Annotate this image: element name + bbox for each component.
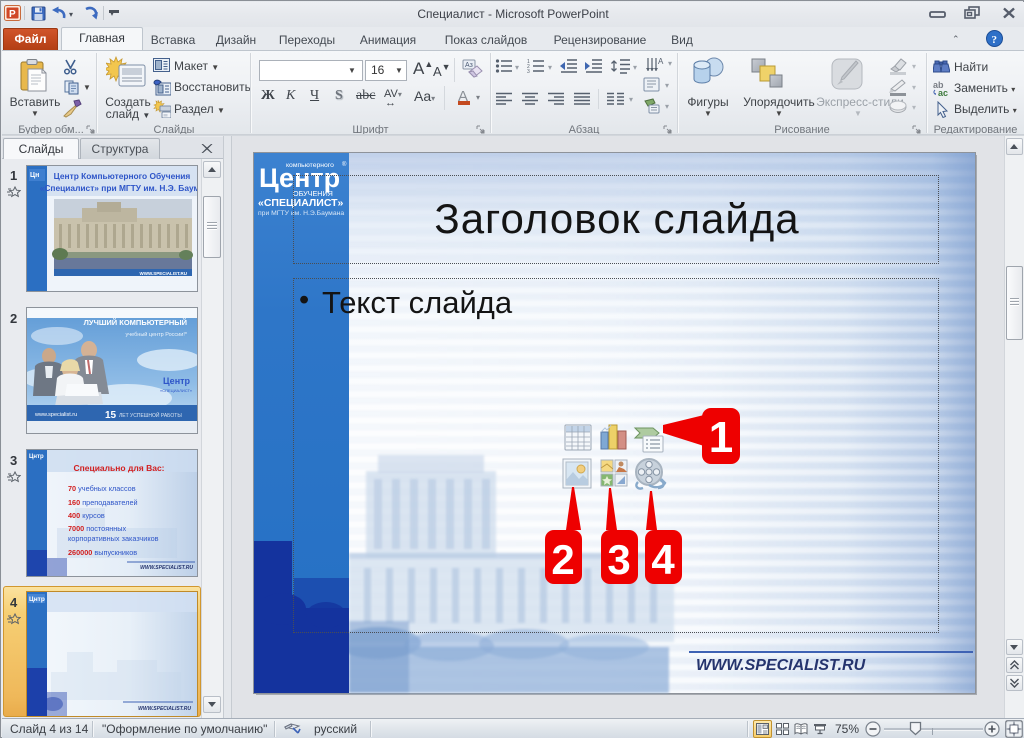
svg-text:WWW.SPECIALIST.RU: WWW.SPECIALIST.RU xyxy=(140,565,193,571)
svg-text:Центр: Центр xyxy=(163,376,191,386)
svg-text:«СПЕЦИАЛИСТ»: «СПЕЦИАЛИСТ» xyxy=(160,388,193,393)
svg-text:Цнтр: Цнтр xyxy=(29,596,45,603)
svg-text:1: 1 xyxy=(709,413,733,462)
svg-text:3: 3 xyxy=(527,69,530,74)
svg-text:P: P xyxy=(9,9,16,20)
svg-text:учебный центр России!*: учебный центр России!* xyxy=(126,331,188,338)
svg-text:«Специалист» при МГТУ им. Н.: «Специалист» при МГТУ им. Н.Э. Баума xyxy=(40,183,197,193)
svg-text:4: 4 xyxy=(651,536,675,583)
svg-text:Цн: Цн xyxy=(30,172,39,179)
svg-text:Аз: Аз xyxy=(465,62,473,69)
svg-text:3: 3 xyxy=(607,536,630,583)
svg-text:WWW.SPECIALIST.RU: WWW.SPECIALIST.RU xyxy=(140,271,188,276)
svg-text:Специально для Вас:: Специально для Вас: xyxy=(73,463,164,473)
svg-text:?: ? xyxy=(992,34,998,46)
svg-text:Цнтр: Цнтр xyxy=(29,454,44,460)
svg-text:160 преподавателей: 160 преподавателей xyxy=(68,498,138,507)
svg-text:Центр Компьютерного Обучения: Центр Компьютерного Обучения xyxy=(54,171,191,181)
svg-text:ЛЕТ УСПЕШНОЙ РАБОТЫ: ЛЕТ УСПЕШНОЙ РАБОТЫ xyxy=(119,411,182,419)
svg-text:400 курсов: 400 курсов xyxy=(68,511,105,520)
svg-text:15: 15 xyxy=(105,410,117,421)
svg-text:7000 постоянных: 7000 постоянных xyxy=(68,524,126,533)
svg-text:A: A xyxy=(658,57,664,66)
svg-text:ac: ac xyxy=(938,88,948,97)
svg-text:2: 2 xyxy=(551,536,574,583)
svg-text:260000 выпускников: 260000 выпускников xyxy=(68,548,137,557)
svg-text:ЛУЧШИЙ КОМПЬЮТЕРНЫЙ: ЛУЧШИЙ КОМПЬЮТЕРНЫЙ xyxy=(84,318,187,327)
svg-text:WWW.SPECIALIST.RU: WWW.SPECIALIST.RU xyxy=(138,706,191,712)
svg-text:70 учебных классов: 70 учебных классов xyxy=(68,484,136,493)
svg-text:www.specialist.ru: www.specialist.ru xyxy=(34,412,77,418)
svg-text:корпоративных заказчиков: корпоративных заказчиков xyxy=(68,534,159,543)
